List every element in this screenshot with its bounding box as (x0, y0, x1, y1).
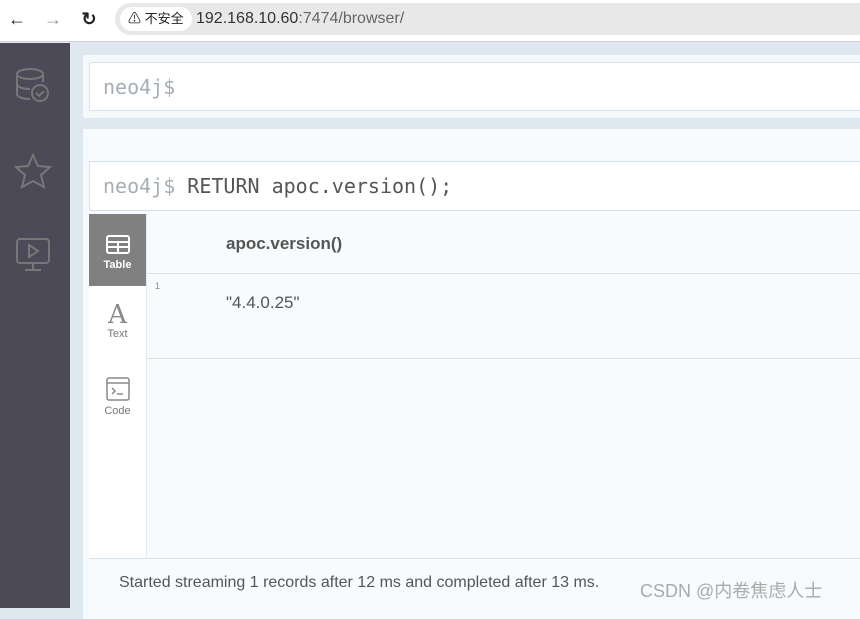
tab-code[interactable]: Code (89, 362, 146, 434)
security-badge[interactable]: ⚠ 不安全 (120, 7, 192, 31)
text-icon: A (108, 300, 127, 330)
monitor-play-icon[interactable] (13, 235, 53, 275)
back-arrow-icon[interactable]: ← (5, 8, 29, 30)
result-view-tabs: Table A Text Code (89, 214, 146, 558)
tab-table[interactable]: Table (89, 214, 146, 286)
result-table: apoc.version() 1 "4.4.0.25" (146, 214, 860, 558)
table-cell[interactable]: "4.4.0.25" (226, 293, 300, 313)
table-row: 1 "4.4.0.25" (147, 274, 860, 359)
table-icon (105, 235, 130, 254)
forward-arrow-icon[interactable]: → (41, 8, 65, 30)
query-editor[interactable]: neo4j$ (89, 62, 860, 111)
tab-text[interactable]: A Text (89, 288, 146, 360)
sidebar (0, 43, 70, 608)
browser-toolbar: ← → ↻ ⚠ 不安全 192.168.10.60:7474/browser/ (0, 0, 860, 42)
column-header: apoc.version() (147, 214, 860, 274)
row-index: 1 (155, 281, 161, 291)
reload-icon[interactable]: ↻ (77, 8, 101, 30)
status-text: Started streaming 1 records after 12 ms … (119, 574, 600, 591)
url-text[interactable]: 192.168.10.60:7474/browser/ (196, 10, 404, 28)
database-check-icon[interactable] (13, 65, 53, 105)
terminal-icon (105, 377, 130, 401)
result-query[interactable]: neo4j$ RETURN apoc.version(); (89, 161, 860, 211)
star-icon[interactable] (13, 151, 53, 191)
warning-icon: ⚠ (128, 11, 142, 26)
watermark: CSDN @内卷焦虑人士 (640, 581, 823, 601)
address-bar[interactable]: ⚠ 不安全 192.168.10.60:7474/browser/ (115, 3, 860, 35)
